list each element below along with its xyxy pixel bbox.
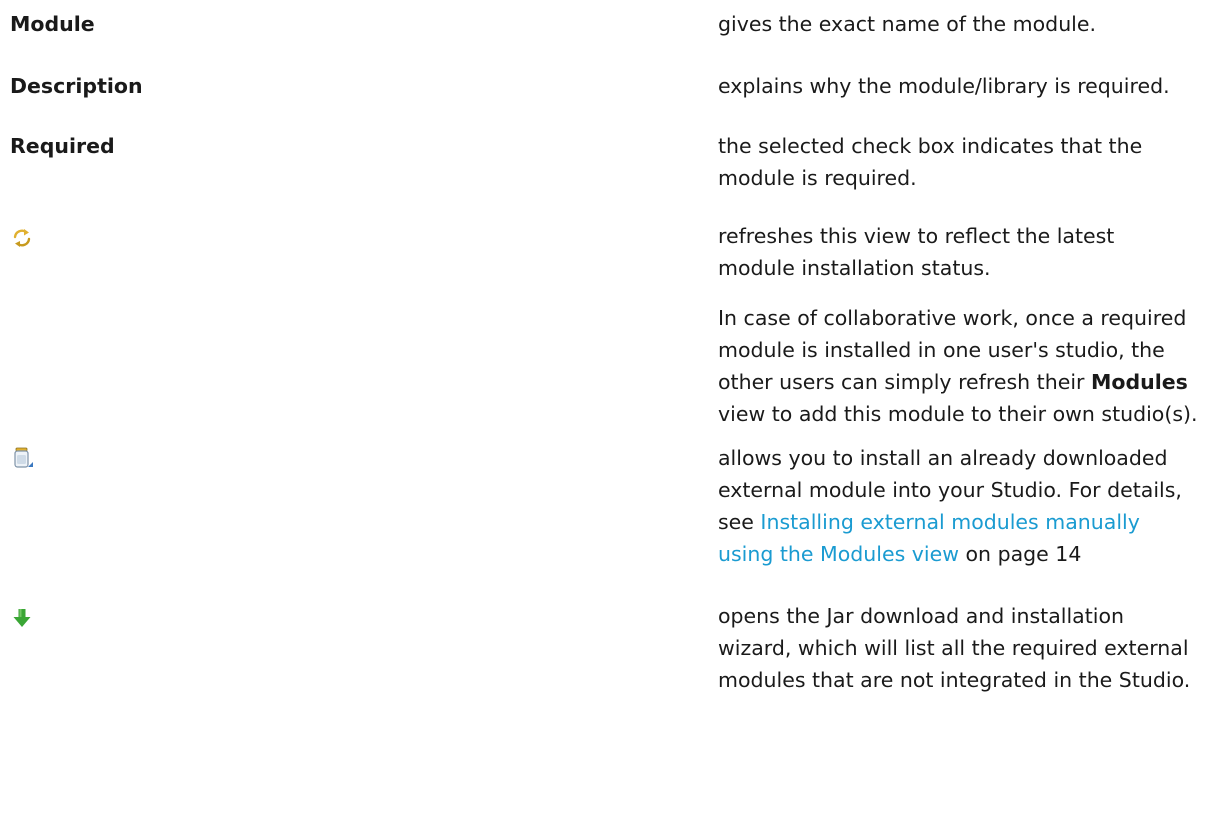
desc-download-wizard-text: opens the Jar download and installation …	[718, 604, 1191, 692]
download-arrow-icon[interactable]	[10, 606, 34, 630]
jar-install-icon[interactable]	[10, 446, 34, 470]
desc-module-text: gives the exact name of the module.	[718, 12, 1097, 36]
desc-refresh: refreshes this view to reflect the lates…	[718, 220, 1218, 430]
desc-required: the selected check box indicates that th…	[718, 130, 1218, 194]
refresh-icon[interactable]	[10, 226, 34, 250]
term-description: Description	[10, 74, 143, 98]
desc-required-text: the selected check box indicates that th…	[718, 134, 1143, 190]
desc-refresh-note: In case of collaborative work, once a re…	[718, 306, 1198, 426]
desc-module: gives the exact name of the module.	[718, 8, 1218, 40]
desc-download-wizard: opens the Jar download and installation …	[718, 600, 1218, 696]
desc-refresh-text: refreshes this view to reflect the lates…	[718, 224, 1115, 280]
module-view-reference: Module gives the exact name of the modul…	[0, 0, 1219, 825]
desc-install-jar-text: allows you to install an already downloa…	[718, 446, 1182, 566]
term-module: Module	[10, 12, 95, 36]
desc-description-text: explains why the module/library is requi…	[718, 74, 1170, 98]
desc-description: explains why the module/library is requi…	[718, 70, 1218, 102]
modules-view-name: Modules	[1090, 370, 1188, 394]
desc-install-jar: allows you to install an already downloa…	[718, 442, 1218, 570]
term-required: Required	[10, 134, 115, 158]
